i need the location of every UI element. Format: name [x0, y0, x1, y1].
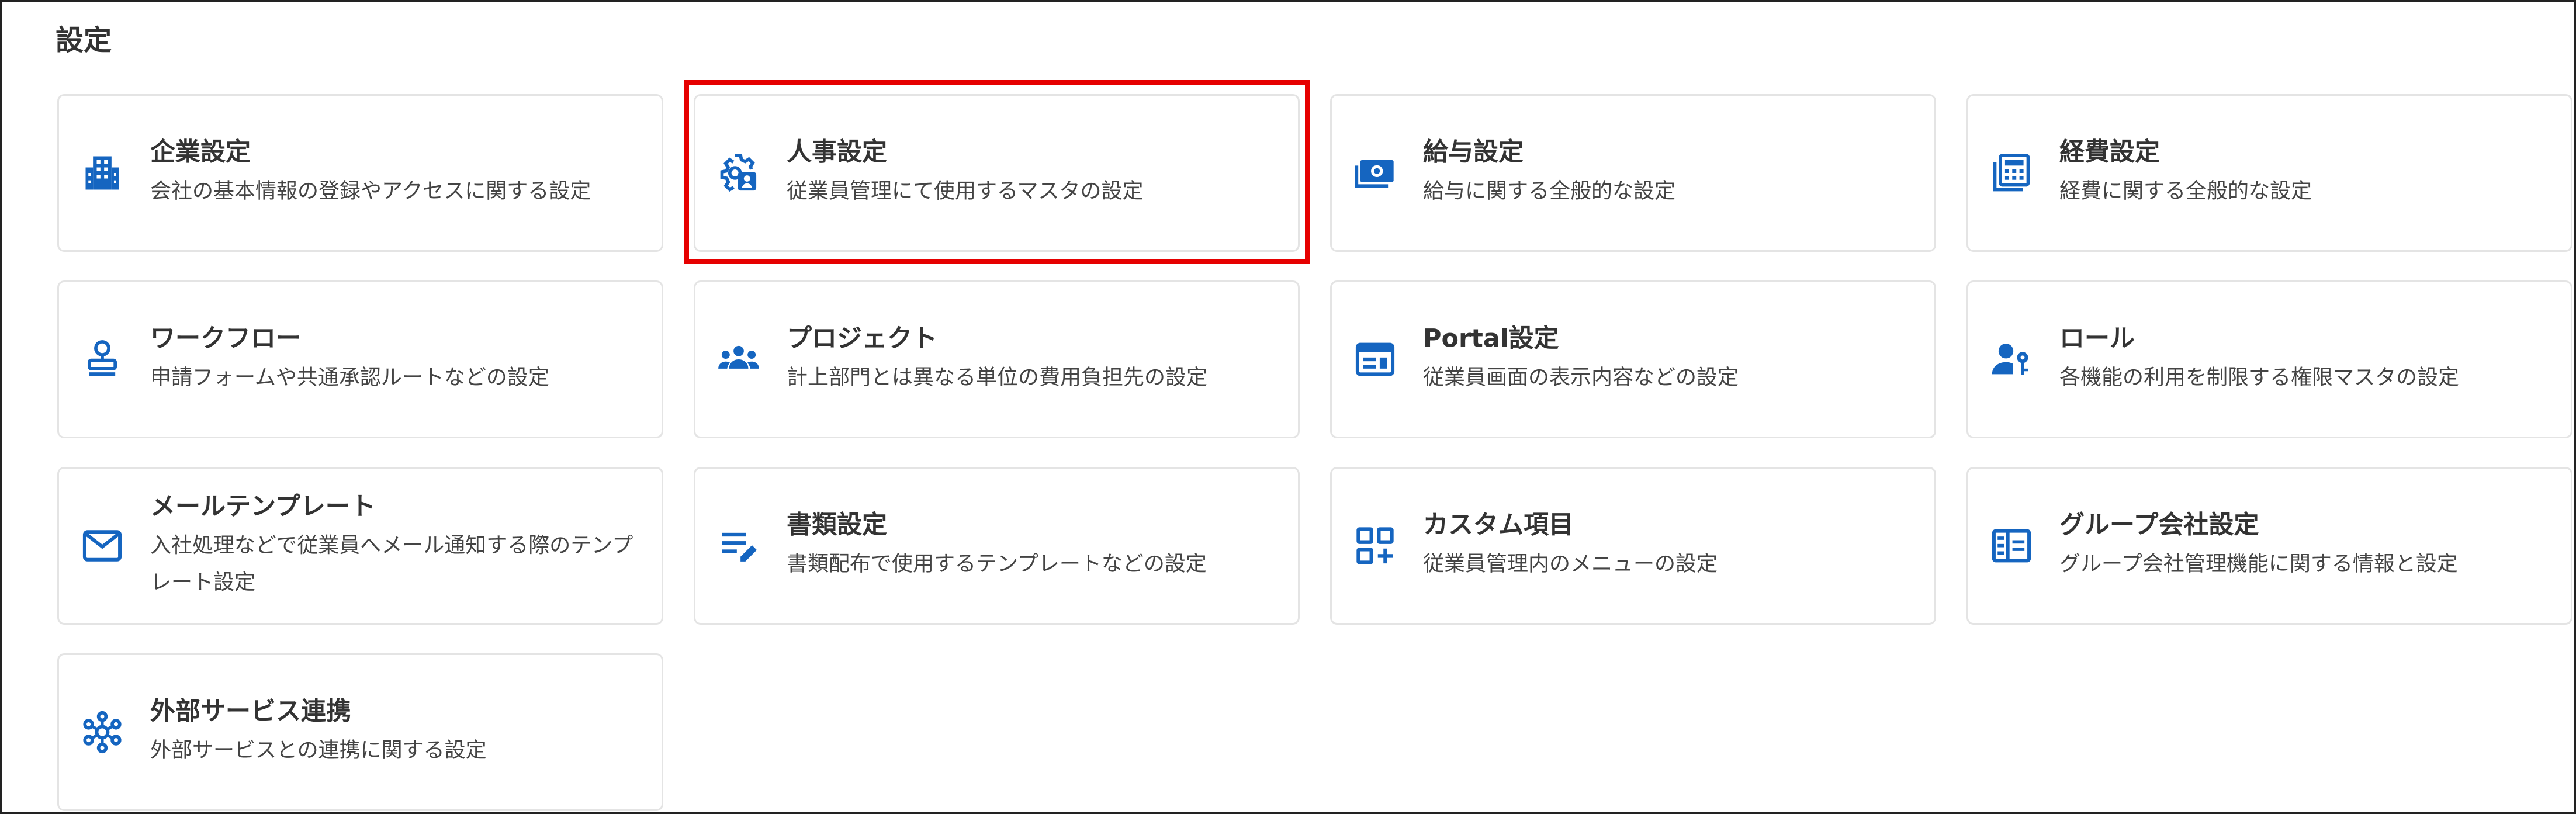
- card-title: ワークフロー: [150, 324, 301, 354]
- settings-card-group-company[interactable]: グループ会社設定 グループ会社管理機能に関する情報と設定: [1966, 467, 2572, 625]
- card-title: メールテンプレート: [150, 492, 376, 522]
- card-title: 外部サービス連携: [150, 697, 351, 726]
- card-description: 外部サービスとの連携に関する設定: [150, 738, 487, 763]
- card-description: 経費に関する全般的な設定: [2059, 179, 2312, 203]
- card-title: プロジェクト: [787, 324, 937, 354]
- card-description: 従業員管理内のメニューの設定: [1423, 552, 1718, 576]
- settings-card-payroll[interactable]: 給与設定 給与に関する全般的な設定: [1330, 94, 1936, 252]
- settings-card-project[interactable]: プロジェクト 計上部門とは異なる単位の費用負担先の設定: [694, 280, 1300, 438]
- card-description: 申請フォームや共通承認ルートなどの設定: [150, 365, 549, 390]
- card-title: ロール: [2059, 324, 2135, 354]
- building-icon: [80, 151, 124, 195]
- settings-card-documents[interactable]: 書類設定 書類配布で使用するテンプレートなどの設定: [694, 467, 1300, 625]
- settings-card-mail-template[interactable]: メールテンプレート 入社処理などで従業員へメール通知する際のテンプレート設定: [57, 467, 663, 625]
- card-description: 計上部門とは異なる単位の費用負担先の設定: [787, 365, 1208, 390]
- card-description: 給与に関する全般的な設定: [1423, 179, 1676, 203]
- mail-icon: [80, 524, 124, 568]
- custom-grid-icon: [1353, 524, 1397, 568]
- person-key-icon: [1989, 337, 2034, 382]
- portal-icon: [1353, 337, 1397, 382]
- card-description: 書類配布で使用するテンプレートなどの設定: [787, 552, 1207, 576]
- card-description: 会社の基本情報の登録やアクセスに関する設定: [150, 179, 591, 203]
- settings-card-expense[interactable]: 経費設定 経費に関する全般的な設定: [1966, 94, 2572, 252]
- settings-card-workflow[interactable]: ワークフロー 申請フォームや共通承認ルートなどの設定: [57, 280, 663, 438]
- settings-card-portal[interactable]: Portal設定 従業員画面の表示内容などの設定: [1330, 280, 1936, 438]
- card-description: 各機能の利用を制限する権限マスタの設定: [2059, 365, 2460, 390]
- card-description: 従業員管理にて使用するマスタの設定: [787, 179, 1144, 203]
- gear-person-icon: [716, 151, 761, 195]
- card-title: 給与設定: [1423, 137, 1524, 167]
- card-title: 企業設定: [150, 137, 251, 167]
- card-title: グループ会社設定: [2059, 510, 2259, 540]
- stamp-icon: [80, 337, 124, 382]
- card-description: 入社処理などで従業員へメール通知する際のテンプレート設定: [150, 533, 633, 594]
- card-description: グループ会社管理機能に関する情報と設定: [2059, 552, 2458, 576]
- page-title: 設定: [56, 24, 112, 57]
- card-title: 経費設定: [2059, 137, 2160, 167]
- settings-page: 設定 企業設定 会社の基本情報の登録やアクセスに関する設定 人事設定 従業員管理…: [0, 0, 2576, 814]
- group-company-icon: [1989, 524, 2034, 568]
- network-icon: [80, 710, 124, 754]
- card-title: 書類設定: [787, 510, 887, 540]
- money-icon: [1353, 151, 1397, 195]
- document-edit-icon: [716, 524, 761, 568]
- card-description: 従業員画面の表示内容などの設定: [1423, 365, 1739, 390]
- settings-card-company[interactable]: 企業設定 会社の基本情報の登録やアクセスに関する設定: [57, 94, 663, 252]
- group-icon: [716, 337, 761, 382]
- settings-card-hr[interactable]: 人事設定 従業員管理にて使用するマスタの設定: [694, 94, 1300, 252]
- settings-card-external-services[interactable]: 外部サービス連携 外部サービスとの連携に関する設定: [57, 653, 663, 811]
- card-title: 人事設定: [787, 137, 887, 167]
- card-title: カスタム項目: [1423, 510, 1574, 540]
- settings-card-role[interactable]: ロール 各機能の利用を制限する権限マスタの設定: [1966, 280, 2572, 438]
- calculator-icon: [1989, 151, 2034, 195]
- card-title: Portal設定: [1423, 324, 1559, 354]
- settings-card-custom-fields[interactable]: カスタム項目 従業員管理内のメニューの設定: [1330, 467, 1936, 625]
